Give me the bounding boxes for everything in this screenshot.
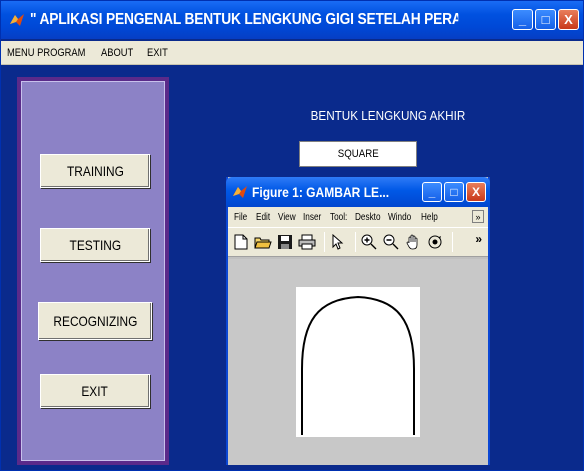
save-icon[interactable]	[276, 233, 294, 251]
training-button-label: TRAINING	[66, 163, 124, 179]
figure-menu-edit[interactable]: Edit	[256, 212, 272, 223]
close-button[interactable]: X	[558, 9, 579, 30]
figure-maximize-button[interactable]: □	[444, 182, 464, 202]
zoom-out-icon[interactable]	[382, 233, 400, 251]
exit-button[interactable]: EXIT	[40, 374, 150, 408]
figure-window: Figure 1: GAMBAR LE... _ □ X File Edit V…	[226, 177, 490, 465]
result-display: SQUARE	[299, 141, 417, 167]
result-value: SQUARE	[337, 148, 379, 160]
maximize-icon: □	[450, 185, 458, 199]
figure-title-bar[interactable]: Figure 1: GAMBAR LE... _ □ X	[226, 177, 490, 207]
menu-bar: MENU PROGRAM ABOUT EXIT	[1, 41, 583, 65]
testing-button[interactable]: TESTING	[40, 228, 150, 262]
close-icon: X	[564, 12, 573, 27]
print-icon[interactable]	[298, 233, 316, 251]
arch-shape-image	[296, 287, 420, 437]
zoom-in-icon[interactable]	[360, 233, 378, 251]
menu-program[interactable]: MENU PROGRAM	[7, 47, 85, 59]
maximize-button[interactable]: □	[535, 9, 556, 30]
maximize-icon: □	[541, 12, 550, 27]
chevron-right-icon: »	[475, 211, 481, 222]
open-folder-icon[interactable]	[254, 233, 272, 251]
testing-button-label: TESTING	[69, 237, 121, 253]
figure-title: Figure 1: GAMBAR LE...	[252, 184, 390, 200]
matlab-logo-icon	[10, 14, 24, 26]
figure-close-button[interactable]: X	[466, 182, 486, 202]
figure-canvas	[228, 259, 488, 465]
figure-menu-tools[interactable]: Tool:	[330, 212, 348, 223]
toolbar-separator	[355, 232, 356, 252]
minimize-icon: _	[518, 12, 527, 27]
recognizing-button-label: RECOGNIZING	[53, 313, 137, 329]
pointer-icon[interactable]	[329, 233, 347, 251]
title-bar[interactable]: " APLIKASI PENGENAL BENTUK LENGKUNG GIGI…	[1, 1, 583, 39]
figure-minimize-button[interactable]: _	[422, 182, 442, 202]
navigation-panel: TRAINING TESTING RECOGNIZING EXIT	[17, 77, 169, 465]
recognizing-button[interactable]: RECOGNIZING	[38, 302, 152, 340]
menu-about[interactable]: ABOUT	[101, 47, 133, 59]
figure-menu-file[interactable]: File	[234, 212, 250, 223]
dental-arch-curve	[301, 295, 415, 435]
result-heading-text: BENTUK LENGKUNG AKHIR	[310, 108, 466, 123]
toolbar-separator	[324, 232, 325, 252]
figure-menu-help[interactable]: Help	[421, 212, 439, 223]
figure-menu-window[interactable]: Windo	[388, 212, 413, 223]
pan-hand-icon[interactable]	[404, 233, 422, 251]
figure-menu-overflow-button[interactable]: »	[472, 210, 484, 223]
new-file-icon[interactable]	[232, 233, 250, 251]
exit-button-label: EXIT	[81, 383, 109, 399]
result-heading: BENTUK LENGKUNG AKHIR	[263, 108, 513, 123]
figure-toolbar: »	[228, 227, 488, 257]
minimize-icon: _	[428, 185, 436, 199]
toolbar-overflow-icon[interactable]: »	[475, 232, 482, 246]
figure-menu-view[interactable]: View	[278, 212, 296, 223]
menu-exit[interactable]: EXIT	[147, 47, 168, 59]
rotate-3d-icon[interactable]	[426, 233, 444, 251]
window-title: " APLIKASI PENGENAL BENTUK LENGKUNG GIGI…	[30, 11, 459, 28]
navigation-panel-inner: TRAINING TESTING RECOGNIZING EXIT	[21, 81, 165, 461]
training-button[interactable]: TRAINING	[40, 154, 150, 188]
minimize-button[interactable]: _	[512, 9, 533, 30]
toolbar-separator	[452, 232, 453, 252]
matlab-logo-icon	[233, 186, 247, 198]
figure-menu-bar: File Edit View Inser Tool: Deskto Windo …	[228, 207, 488, 227]
main-window: " APLIKASI PENGENAL BENTUK LENGKUNG GIGI…	[0, 0, 584, 471]
figure-menu-desktop[interactable]: Deskto	[355, 212, 381, 223]
close-icon: X	[471, 185, 480, 199]
figure-menu-insert[interactable]: Inser	[303, 212, 323, 223]
